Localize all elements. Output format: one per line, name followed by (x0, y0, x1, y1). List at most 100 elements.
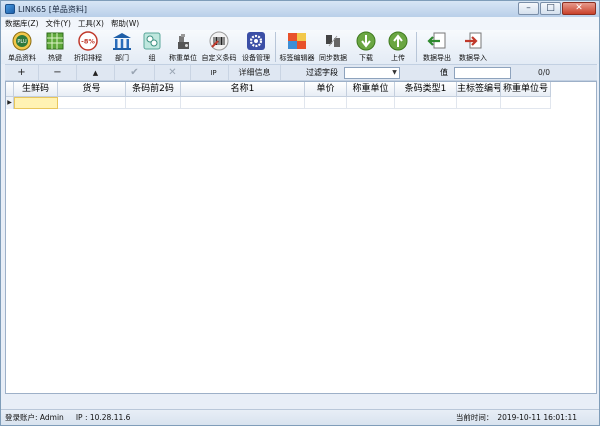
plu-icon: PLU (12, 31, 32, 51)
grid-cell[interactable] (181, 97, 305, 109)
app-icon (5, 4, 15, 14)
import-data-label: 数据导入 (459, 54, 487, 62)
menu-help[interactable]: 帮助(W) (111, 18, 139, 29)
title-bar[interactable]: LINK65 [单品资料] – □ ✕ (1, 1, 599, 17)
weight-unit-button[interactable]: 称重单位 (168, 30, 198, 64)
confirm-edit-button[interactable]: ✔ (115, 65, 155, 80)
group-label: 组 (148, 54, 156, 62)
sync-data-label: 同步数据 (319, 54, 347, 62)
filter-field-label: 过滤字段 (306, 68, 338, 77)
move-up-button[interactable]: ▲ (77, 65, 115, 80)
download-button[interactable]: 下载 (351, 30, 381, 64)
app-window: LINK65 [单品资料] – □ ✕ 数据库(Z) 文件(Y) 工具(X) 帮… (0, 0, 600, 426)
value-label: 值 (440, 68, 448, 77)
group-icon (142, 31, 162, 51)
export-icon (427, 31, 447, 51)
menu-tools[interactable]: 工具(X) (78, 18, 104, 29)
menu-file[interactable]: 文件(Y) (46, 18, 71, 29)
upload-arrow-icon (388, 31, 408, 51)
grid-cell[interactable] (501, 97, 551, 109)
hotkey-grid-icon (45, 31, 65, 51)
import-data-button[interactable]: 数据导入 (456, 30, 490, 64)
device-management-button[interactable]: 设备管理 (240, 30, 272, 64)
grid-cell[interactable] (457, 97, 501, 109)
custom-barcode-label: 自定义条码 (201, 54, 237, 62)
custom-barcode-button[interactable]: 自定义条码 (200, 30, 238, 64)
hotkey-label: 热键 (48, 54, 62, 62)
add-record-button[interactable]: + (5, 65, 39, 80)
hotkey-button[interactable]: 热键 (42, 30, 68, 64)
grid-corner (6, 82, 14, 97)
department-label: 部门 (115, 54, 129, 62)
grid-cell[interactable] (14, 97, 58, 109)
record-navigator: + − ▲ ✔ ✕ IP 详细信息 过滤字段 ▼ 值 0/0 (5, 64, 597, 81)
close-button[interactable]: ✕ (562, 2, 596, 15)
device-management-label: 设备管理 (242, 54, 270, 62)
filter-value-input[interactable] (454, 66, 511, 79)
column-header-unit-price[interactable]: 单价 (305, 82, 347, 97)
window-title: LINK65 [单品资料] (18, 4, 88, 14)
download-label: 下载 (359, 54, 373, 62)
download-arrow-icon (356, 31, 376, 51)
barcode-icon (209, 31, 229, 51)
svg-text:-8%: -8% (81, 38, 95, 46)
status-account: 登录账户: Admin (5, 413, 64, 422)
delete-record-button[interactable]: − (39, 65, 77, 80)
plu-button[interactable]: PLU 单品资料 (4, 30, 40, 64)
cancel-edit-button[interactable]: ✕ (155, 65, 191, 80)
column-header-barcode-prefix[interactable]: 条码前2码 (126, 82, 181, 97)
grid-cell[interactable] (395, 97, 457, 109)
column-header-fresh-code[interactable]: 生鲜码 (14, 82, 58, 97)
grid-cell[interactable] (347, 97, 395, 109)
column-header-name[interactable]: 名称1 (181, 82, 305, 97)
discount-icon: -8% (78, 31, 98, 51)
product-grid[interactable]: 生鲜码 货号 条码前2码 名称1 单价 称重单位 条码类型1 主标签编号 称重单… (5, 81, 597, 394)
grid-cell[interactable] (305, 97, 347, 109)
column-header-weight-unit-number[interactable]: 称重单位号 (501, 82, 551, 97)
filter-field-select[interactable]: ▼ (344, 66, 400, 79)
status-bar: 登录账户: Admin IP : 10.28.11.6 当前时间： 2019-1… (1, 409, 599, 425)
toolbar-separator (416, 32, 417, 62)
status-ip: IP : 10.28.11.6 (75, 413, 131, 422)
column-header-weight-unit[interactable]: 称重单位 (347, 82, 395, 97)
department-button[interactable]: 部门 (108, 30, 136, 64)
sync-icon (323, 31, 343, 51)
sync-data-button[interactable]: 同步数据 (317, 30, 349, 64)
label-editor-icon (287, 31, 307, 51)
weight-unit-label: 称重单位 (169, 54, 197, 62)
svg-text:PLU: PLU (17, 39, 27, 45)
grid-cell[interactable] (126, 97, 181, 109)
label-editor-label: 标签编辑器 (279, 54, 315, 62)
upload-button[interactable]: 上传 (383, 30, 413, 64)
upload-label: 上传 (391, 54, 405, 62)
column-header-main-label-number[interactable]: 主标签编号 (457, 82, 501, 97)
chevron-down-icon[interactable]: ▼ (390, 68, 399, 78)
column-header-barcode-type[interactable]: 条码类型1 (395, 82, 457, 97)
current-row-indicator: ▶ (6, 97, 14, 109)
toolbar-separator (275, 32, 276, 62)
discount-button[interactable]: -8% 折扣排程 (70, 30, 106, 64)
status-time: 2019-10-11 16:01:11 (497, 413, 577, 422)
department-building-icon (112, 31, 132, 51)
import-icon (463, 31, 483, 51)
menu-bar: 数据库(Z) 文件(Y) 工具(X) 帮助(W) (1, 17, 599, 30)
minimize-button[interactable]: – (518, 2, 539, 15)
window-controls: – □ ✕ (518, 2, 596, 15)
maximize-button[interactable]: □ (540, 2, 561, 15)
label-editor-button[interactable]: 标签编辑器 (279, 30, 315, 64)
status-time-label: 当前时间： (455, 413, 494, 422)
column-header-item-number[interactable]: 货号 (58, 82, 126, 97)
plu-label: 单品资料 (8, 54, 36, 62)
main-toolbar: PLU 单品资料 热键 -8% 折扣排程 部门 组 称重单位 自定义条码 设备管… (1, 30, 599, 64)
group-button[interactable]: 组 (138, 30, 166, 64)
device-gear-icon (246, 31, 266, 51)
detail-info-button[interactable]: 详细信息 (229, 65, 281, 80)
menu-database[interactable]: 数据库(Z) (5, 18, 39, 29)
discount-label: 折扣排程 (74, 54, 102, 62)
record-counter: 0/0 (538, 68, 551, 77)
grid-cell[interactable] (58, 97, 126, 109)
weight-unit-icon (173, 31, 193, 51)
export-data-label: 数据导出 (423, 54, 451, 62)
export-data-button[interactable]: 数据导出 (420, 30, 454, 64)
ip-button[interactable]: IP (199, 65, 229, 80)
